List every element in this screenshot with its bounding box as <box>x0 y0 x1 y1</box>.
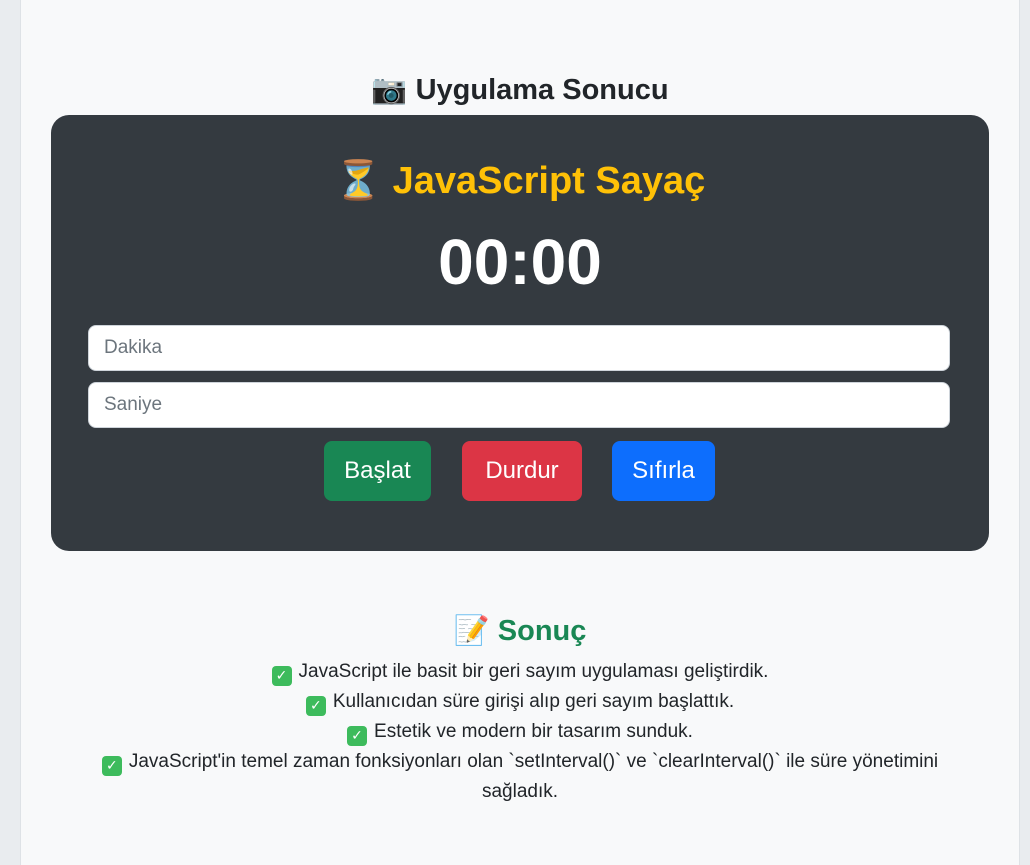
app-title-text: JavaScript Sayaç <box>392 160 706 202</box>
result-heading: 📝 Sonuç <box>21 611 1019 650</box>
list-item: ✓ Estetik ve modern bir tasarım sunduk. <box>81 717 959 747</box>
seconds-input[interactable] <box>88 382 950 428</box>
section-heading: 📷 Uygulama Sonucu <box>21 70 1019 109</box>
hourglass-icon: ⏳ <box>334 158 383 202</box>
memo-icon: 📝 <box>453 613 490 647</box>
app-title: ⏳ JavaScript Sayaç <box>21 154 1019 207</box>
list-item: ✓ JavaScript'in temel zaman fonksiyonları… <box>81 747 959 807</box>
list-item-text: JavaScript'in temel zaman fonksiyonları … <box>128 751 939 802</box>
list-item-text: Estetik ve modern bir tasarım sunduk. <box>374 721 693 742</box>
stop-button[interactable]: Durdur <box>462 441 582 501</box>
check-mark-icon: ✓ <box>305 696 326 716</box>
result-heading-text: Sonuç <box>497 615 587 647</box>
timer-display: 00:00 <box>438 226 602 298</box>
list-item: ✓ JavaScript ile basit bir geri sayım uyg… <box>81 657 959 687</box>
page-container: 📷 Uygulama Sonucu ⏳ JavaScript Sayaç 00:… <box>20 0 1020 865</box>
list-item-text: Kullanıcıdan süre girişi alıp geri sayım… <box>332 691 735 712</box>
check-mark-icon: ✓ <box>271 666 292 686</box>
check-mark-icon: ✓ <box>101 756 122 776</box>
camera-icon: 📷 <box>371 72 408 106</box>
section-heading-text: Uygulama Sonucu <box>415 74 669 106</box>
list-item: ✓ Kullanıcıdan süre girişi alıp geri sayı… <box>81 687 959 717</box>
minutes-input[interactable] <box>88 325 950 371</box>
reset-button[interactable]: Sıfırla <box>612 441 715 501</box>
check-mark-icon: ✓ <box>347 726 368 746</box>
list-item-text: JavaScript ile basit bir geri sayım uygu… <box>298 661 769 682</box>
start-button[interactable]: Başlat <box>324 441 431 501</box>
result-list: ✓ JavaScript ile basit bir geri sayım uyg… <box>81 657 959 807</box>
